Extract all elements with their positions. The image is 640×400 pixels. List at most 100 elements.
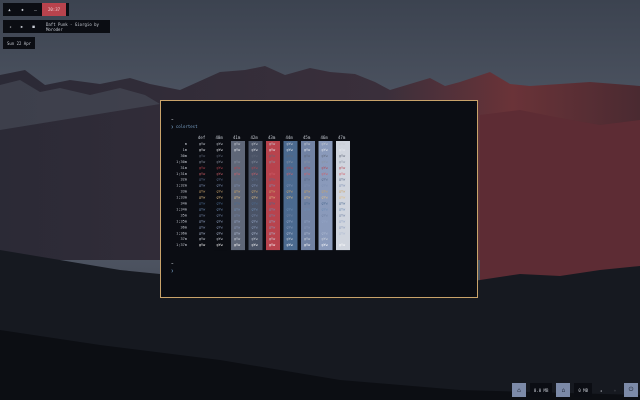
cpu-icon[interactable]: ⌂ xyxy=(556,383,571,397)
color-cell: gYw xyxy=(252,225,259,229)
color-cell: gYw xyxy=(339,190,346,194)
row-label: 1m xyxy=(183,148,187,152)
color-cell: gYw xyxy=(199,160,206,164)
color-cell: gYw xyxy=(287,166,294,170)
color-cell: gYw xyxy=(252,184,259,188)
system-tray: ⌂ 0.0 MB ⌂ 0 MB ◂ ◦ ⏻ xyxy=(511,382,638,398)
color-cell: gYw xyxy=(287,243,294,247)
color-cell: gYw xyxy=(252,219,259,223)
color-cell: gYw xyxy=(287,237,294,241)
color-cell: gYw xyxy=(322,178,329,182)
color-cell: gYw xyxy=(252,166,259,170)
color-cell: gYw xyxy=(252,207,259,211)
row-label: 34m xyxy=(181,202,188,206)
memory-usage-label: 0.0 MB xyxy=(529,383,553,397)
color-cell: gYw xyxy=(269,243,276,247)
color-cell: gYw xyxy=(287,219,294,223)
color-cell: gYw xyxy=(322,184,329,188)
color-cell: gYw xyxy=(322,190,329,194)
workspace-bar: ▲ ◆ … 20:37 xyxy=(3,3,69,16)
row-label: 1;30m xyxy=(176,160,187,164)
color-cell: gYw xyxy=(269,154,276,158)
color-cell: gYw xyxy=(199,190,206,194)
color-cell: gYw xyxy=(234,237,241,241)
terminal-window[interactable]: ~ ❯ colortest def 40m 41m 42m 43m 44m 45m 46m 47… xyxy=(160,100,478,298)
color-cell: gYw xyxy=(269,237,276,241)
color-cell: gYw xyxy=(339,154,346,158)
color-cell: gYw xyxy=(234,231,241,235)
color-cell: gYw xyxy=(269,196,276,200)
color-cell: gYw xyxy=(322,142,329,146)
color-cell: gYw xyxy=(252,237,259,241)
color-cell: gYw xyxy=(287,190,294,194)
color-cell: gYw xyxy=(304,154,311,158)
color-cell: gYw xyxy=(269,190,276,194)
column-header: def xyxy=(198,135,206,140)
power-icon[interactable]: ⏻ xyxy=(624,383,638,397)
color-cell: gYw xyxy=(234,190,241,194)
color-cell: gYw xyxy=(234,243,241,247)
color-cell: gYw xyxy=(269,225,276,229)
play-icon[interactable]: ▶ xyxy=(19,24,26,29)
workspace-3-button[interactable]: … xyxy=(29,3,42,16)
color-cell: gYw xyxy=(322,166,329,170)
color-cell: gYw xyxy=(304,196,311,200)
color-cell: gYw xyxy=(234,202,241,206)
volume-icon[interactable]: ◂ xyxy=(596,388,606,393)
color-cell: gYw xyxy=(304,142,311,146)
row-label: 1;31m xyxy=(176,172,187,176)
color-cell: gYw xyxy=(287,213,294,217)
row-label: 35m xyxy=(181,213,188,217)
color-cell: gYw xyxy=(339,243,346,247)
color-cell: gYw xyxy=(199,213,206,217)
color-cell: gYw xyxy=(199,142,206,146)
color-cell: gYw xyxy=(304,172,311,176)
color-cell: gYw xyxy=(287,172,294,176)
color-cell: gYw xyxy=(269,207,276,211)
memory-icon[interactable]: ⌂ xyxy=(511,383,526,397)
color-cell: gYw xyxy=(339,172,346,176)
row-label: 30m xyxy=(181,154,188,158)
color-cell: gYw xyxy=(287,231,294,235)
color-cell: gYw xyxy=(199,219,206,223)
stop-icon[interactable]: ■ xyxy=(30,24,37,29)
terminal-prompt[interactable]: ❯ xyxy=(171,268,173,273)
color-cell: gYw xyxy=(199,184,206,188)
color-cell: gYw xyxy=(199,237,206,241)
color-cell: gYw xyxy=(339,148,346,152)
column-header: 46m xyxy=(321,135,329,140)
color-cell: gYw xyxy=(322,207,329,211)
color-cell: gYw xyxy=(252,231,259,235)
column-header: 44m xyxy=(286,135,294,140)
column-header: 41m xyxy=(233,135,241,140)
color-cell: gYw xyxy=(199,154,206,158)
color-cell: gYw xyxy=(269,213,276,217)
colortest-table: def 40m 41m 42m 43m 44m 45m 46m 47m m gYw gYw gYw gYw… xyxy=(176,135,350,251)
color-cell: gYw xyxy=(304,202,311,206)
wifi-icon[interactable]: ◦ xyxy=(610,388,620,393)
color-cell: gYw xyxy=(217,219,224,223)
color-cell: gYw xyxy=(269,178,276,182)
color-cell: gYw xyxy=(322,213,329,217)
row-label: 1;36m xyxy=(176,231,187,235)
color-cell: gYw xyxy=(339,213,346,217)
workspace-2-button[interactable]: ◆ xyxy=(16,3,29,16)
color-cell: gYw xyxy=(339,184,346,188)
previous-track-icon[interactable]: ◂ xyxy=(7,24,14,29)
color-cell: gYw xyxy=(322,243,329,247)
workspace-1-button[interactable]: ▲ xyxy=(3,3,16,16)
color-cell: gYw xyxy=(339,237,346,241)
color-cell: gYw xyxy=(199,166,206,170)
row-label: 33m xyxy=(181,190,188,194)
color-cell: gYw xyxy=(287,154,294,158)
color-cell: gYw xyxy=(252,142,259,146)
color-cell: gYw xyxy=(199,178,206,182)
column-header: 40m xyxy=(216,135,224,140)
color-cell: gYw xyxy=(234,225,241,229)
color-cell: gYw xyxy=(217,166,224,170)
row-label: m xyxy=(185,142,187,146)
color-cell: gYw xyxy=(269,142,276,146)
color-cell: gYw xyxy=(269,166,276,170)
color-cell: gYw xyxy=(234,166,241,170)
color-cell: gYw xyxy=(199,243,206,247)
